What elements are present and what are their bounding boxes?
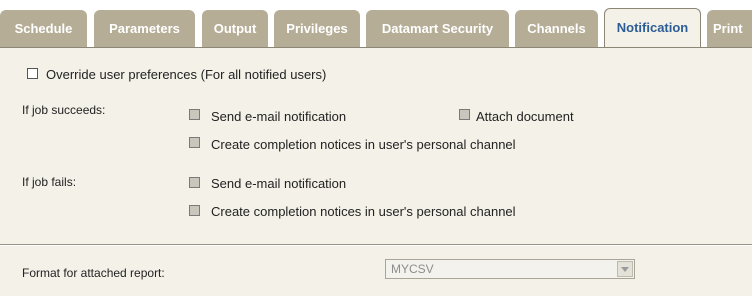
format-select-value: MYCSV	[391, 262, 434, 276]
override-preferences-label: Override user preferences (For all notif…	[46, 67, 327, 82]
failure-send-email-label: Send e-mail notification	[211, 176, 347, 191]
tab-schedule[interactable]: Schedule	[0, 10, 87, 47]
success-send-email-checkbox[interactable]	[189, 109, 200, 120]
tab-print[interactable]: Print	[707, 10, 752, 47]
section-divider	[0, 244, 752, 246]
tab-parameters[interactable]: Parameters	[94, 10, 195, 47]
notification-panel: Override user preferences (For all notif…	[0, 47, 752, 296]
dropdown-button[interactable]	[617, 261, 633, 277]
notification-settings-window: Schedule Parameters Output Privileges Da…	[0, 0, 752, 296]
job-fails-heading: If job fails:	[22, 175, 77, 189]
format-label: Format for attached report:	[22, 266, 165, 280]
attach-document-label: Attach document	[476, 109, 574, 124]
format-select[interactable]: MYCSV	[385, 259, 635, 279]
tab-bar: Schedule Parameters Output Privileges Da…	[0, 0, 752, 49]
tab-privileges[interactable]: Privileges	[274, 10, 360, 47]
success-completion-notice-checkbox[interactable]	[189, 137, 200, 148]
chevron-down-icon	[621, 267, 629, 272]
failure-completion-notice-label: Create completion notices in user's pers…	[211, 204, 516, 219]
attach-document-checkbox[interactable]	[459, 109, 470, 120]
failure-completion-notice-checkbox[interactable]	[189, 205, 200, 216]
success-completion-notice-label: Create completion notices in user's pers…	[211, 137, 516, 152]
override-preferences-checkbox[interactable]	[27, 68, 38, 79]
tab-output[interactable]: Output	[202, 10, 268, 47]
tab-channels[interactable]: Channels	[515, 10, 598, 47]
failure-send-email-checkbox[interactable]	[189, 177, 200, 188]
tab-datamart-security[interactable]: Datamart Security	[366, 10, 509, 47]
tab-notification[interactable]: Notification	[604, 8, 701, 49]
job-succeeds-heading: If job succeeds:	[22, 103, 106, 117]
success-send-email-label: Send e-mail notification	[211, 109, 347, 124]
